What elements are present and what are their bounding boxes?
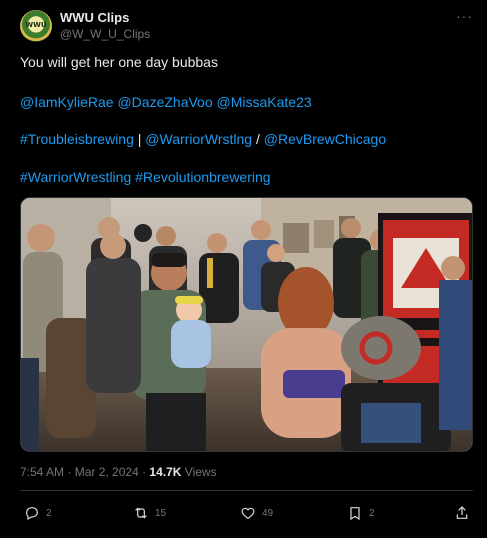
tweet-time[interactable]: 7:54 AM: [20, 465, 64, 479]
video-frame-image: [21, 198, 472, 451]
meta-separator: ·: [138, 465, 150, 479]
reply-count: 2: [46, 507, 52, 519]
tweet-video[interactable]: [20, 197, 473, 452]
tweet-date[interactable]: Mar 2, 2024: [75, 465, 139, 479]
mention-link[interactable]: @WarriorWrstlng: [145, 131, 252, 147]
views-count: 14.7K: [149, 465, 182, 479]
repost-button[interactable]: 15: [133, 505, 166, 521]
separator: /: [252, 131, 264, 147]
heart-icon: [241, 507, 255, 520]
more-options-icon[interactable]: ···: [456, 8, 473, 24]
avatar-logo-text: WWU: [25, 21, 47, 29]
mention-link[interactable]: @IamKylieRae: [20, 94, 114, 110]
mention-link[interactable]: @DazeZhaVoo: [117, 94, 212, 110]
hashtag-link[interactable]: #Revolutionbrewering: [135, 169, 270, 185]
tweet-mentions: @IamKylieRae @DazeZhaVoo @MissaKate23: [20, 93, 312, 111]
share-icon: [456, 506, 468, 519]
like-count: 49: [262, 507, 274, 519]
tweet-line-1: You will get her one day bubbas: [20, 54, 218, 70]
avatar[interactable]: WWU: [20, 10, 52, 42]
hashtag-link[interactable]: #WarriorWrestling: [20, 169, 131, 185]
like-button[interactable]: 49: [240, 505, 273, 521]
bookmark-icon: [350, 507, 360, 521]
user-handle[interactable]: @W_W_U_Clips: [60, 27, 150, 41]
tweet-card: WWU WWU Clips @W_W_U_Clips ··· You will …: [0, 0, 487, 538]
repost-icon: [135, 507, 147, 519]
tweet-line-3: #Troubleisbrewing | @WarriorWrstlng / @R…: [20, 130, 386, 148]
separator: |: [133, 131, 146, 147]
mention-link[interactable]: @MissaKate23: [217, 94, 312, 110]
tweet-meta: 7:54 AM · Mar 2, 2024 · 14.7K Views: [20, 465, 217, 479]
tweet-hashtags: #WarriorWrestling #Revolutionbrewering: [20, 168, 271, 186]
divider: [20, 490, 473, 491]
views-label: Views: [181, 465, 217, 479]
reply-icon: [26, 507, 38, 521]
reply-button[interactable]: 2: [24, 505, 52, 521]
display-name[interactable]: WWU Clips: [60, 10, 129, 25]
meta-separator: ·: [64, 465, 75, 479]
hashtag-link[interactable]: #Troubleisbrewing: [20, 131, 134, 147]
mention-link[interactable]: @RevBrewChicago: [264, 131, 386, 147]
bookmark-count: 2: [369, 507, 375, 519]
bookmark-button[interactable]: 2: [347, 505, 375, 521]
repost-count: 15: [155, 507, 167, 519]
share-button[interactable]: [454, 505, 476, 521]
